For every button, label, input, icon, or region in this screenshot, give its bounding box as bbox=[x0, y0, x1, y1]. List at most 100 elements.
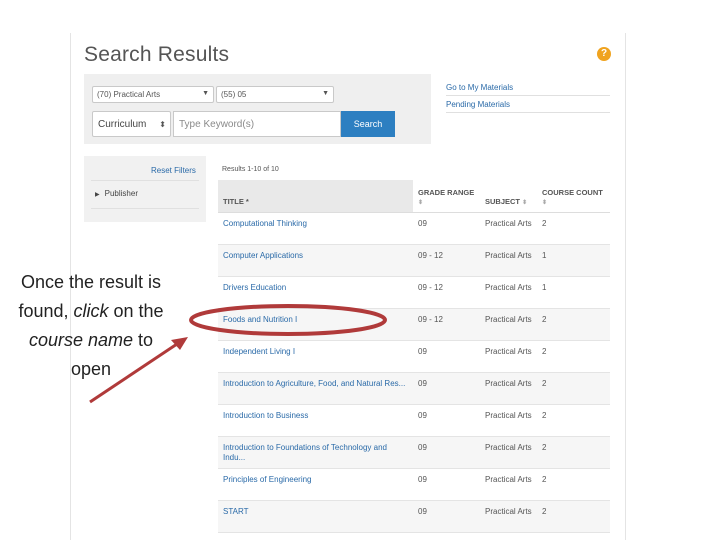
cell-subject: Practical Arts bbox=[480, 308, 537, 341]
column-header-grade-range[interactable]: GRADE RANGE ⬍ bbox=[413, 180, 480, 213]
results-count: Results 1-10 of 10 bbox=[222, 166, 279, 173]
cell-subject: Practical Arts bbox=[480, 276, 537, 309]
cell-subject: Practical Arts bbox=[480, 500, 537, 533]
cell-subject: Practical Arts bbox=[480, 212, 537, 245]
course-link[interactable]: Introduction to Agriculture, Food, and N… bbox=[223, 379, 405, 388]
column-header-course-count[interactable]: COURSE COUNT ⬍ bbox=[537, 180, 610, 213]
cell-grade: 09 bbox=[413, 436, 480, 469]
column-header-subject[interactable]: SUBJECT ⬍ bbox=[480, 180, 537, 213]
cell-grade: 09 bbox=[413, 404, 480, 437]
cell-subject: Practical Arts bbox=[480, 436, 537, 469]
cell-count: 2 bbox=[537, 500, 610, 533]
grade-select-value: (55) 05 bbox=[221, 90, 247, 99]
cell-title: Introduction to Agriculture, Food, and N… bbox=[218, 372, 413, 405]
column-header-label: COURSE COUNT bbox=[542, 187, 603, 197]
course-link[interactable]: Introduction to Business bbox=[223, 411, 308, 420]
cell-subject: Practical Arts bbox=[480, 372, 537, 405]
cell-grade: 09 bbox=[413, 500, 480, 533]
divider bbox=[446, 112, 610, 113]
cell-title: START bbox=[218, 500, 413, 533]
cell-count: 2 bbox=[537, 212, 610, 245]
course-link[interactable]: Independent Living I bbox=[223, 347, 295, 356]
cell-subject: Practical Arts bbox=[480, 340, 537, 373]
table-row: Independent Living I 09 Practical Arts 2 bbox=[218, 340, 610, 373]
cell-grade: 09 bbox=[413, 372, 480, 405]
cell-grade: 09 - 12 bbox=[413, 308, 480, 341]
callout-emphasis-course: course bbox=[28, 330, 83, 350]
course-link[interactable]: Foods and Nutrition I bbox=[223, 315, 297, 324]
cell-count: 2 bbox=[537, 404, 610, 437]
cell-grade: 09 - 12 bbox=[413, 244, 480, 277]
table-row: Introduction to Foundations of Technolog… bbox=[218, 436, 610, 469]
go-to-my-materials-link[interactable]: Go to My Materials bbox=[446, 83, 513, 92]
subject-select-value: (70) Practical Arts bbox=[97, 90, 161, 99]
callout-emphasis-name: name bbox=[88, 330, 134, 350]
table-row: Introduction to Business 09 Practical Arts… bbox=[218, 404, 610, 437]
column-header-label: SUBJECT bbox=[485, 196, 521, 206]
caret-down-icon: ▼ bbox=[202, 90, 209, 97]
cell-title: Drivers Education bbox=[218, 276, 413, 309]
sort-icon: ⬍ bbox=[159, 120, 166, 129]
course-link[interactable]: START bbox=[223, 507, 248, 516]
table-row: Introduction to Agriculture, Food, and N… bbox=[218, 372, 610, 405]
cell-subject: Practical Arts bbox=[480, 244, 537, 277]
caret-down-icon: ▼ bbox=[322, 90, 329, 97]
column-header-label: TITLE * bbox=[223, 196, 249, 206]
cell-count: 2 bbox=[537, 468, 610, 501]
pending-materials-link[interactable]: Pending Materials bbox=[446, 100, 510, 109]
cell-title: Introduction to Foundations of Technolog… bbox=[218, 436, 413, 469]
results-table: TITLE * GRADE RANGE ⬍ SUBJECT ⬍ COURSE C… bbox=[218, 180, 610, 533]
divider bbox=[446, 95, 610, 96]
sort-icon: ⬍ bbox=[522, 199, 528, 206]
cell-title: Introduction to Business bbox=[218, 404, 413, 437]
course-link[interactable]: Introduction to Foundations of Technolog… bbox=[223, 443, 387, 462]
triangle-right-icon: ▶ bbox=[95, 192, 100, 198]
divider bbox=[91, 208, 199, 209]
cell-count: 1 bbox=[537, 276, 610, 309]
table-row: Drivers Education 09 - 12 Practical Arts 1 bbox=[218, 276, 610, 309]
table-header-row: TITLE * GRADE RANGE ⬍ SUBJECT ⬍ COURSE C… bbox=[218, 180, 610, 213]
course-link[interactable]: Computational Thinking bbox=[223, 219, 307, 228]
cell-subject: Practical Arts bbox=[480, 468, 537, 501]
cell-count: 2 bbox=[537, 308, 610, 341]
cell-title: Foods and Nutrition I bbox=[218, 308, 413, 341]
sort-icon: ⬍ bbox=[542, 199, 548, 206]
course-link[interactable]: Computer Applications bbox=[223, 251, 303, 260]
callout-text: on the bbox=[108, 301, 164, 321]
course-link[interactable]: Principles of Engineering bbox=[223, 475, 312, 484]
cell-grade: 09 bbox=[413, 340, 480, 373]
cell-grade: 09 bbox=[413, 212, 480, 245]
table-row: Computer Applications 09 - 12 Practical Ar… bbox=[218, 244, 610, 277]
reset-filters-link[interactable]: Reset Filters bbox=[151, 166, 196, 175]
instruction-callout: Once the result is found, click on the c… bbox=[10, 268, 172, 384]
cell-title: Computer Applications bbox=[218, 244, 413, 277]
cell-count: 2 bbox=[537, 340, 610, 373]
cell-grade: 09 bbox=[413, 468, 480, 501]
publisher-filter-label: Publisher bbox=[104, 189, 138, 198]
course-link[interactable]: Drivers Education bbox=[223, 283, 286, 292]
subject-select[interactable]: (70) Practical Arts ▼ bbox=[92, 86, 214, 103]
publisher-filter[interactable]: ▶ Publisher bbox=[95, 189, 138, 198]
keyword-input[interactable] bbox=[173, 111, 341, 137]
column-header-label: GRADE RANGE bbox=[418, 187, 475, 197]
cell-title: Independent Living I bbox=[218, 340, 413, 373]
divider bbox=[91, 180, 199, 181]
cell-count: 2 bbox=[537, 372, 610, 405]
cell-count: 1 bbox=[537, 244, 610, 277]
table-row: Principles of Engineering 09 Practical Art… bbox=[218, 468, 610, 501]
cell-count: 2 bbox=[537, 436, 610, 469]
callout-emphasis-click: click bbox=[73, 301, 109, 321]
cell-title: Computational Thinking bbox=[218, 212, 413, 245]
cell-title: Principles of Engineering bbox=[218, 468, 413, 501]
cell-subject: Practical Arts bbox=[480, 404, 537, 437]
page-title: Search Results bbox=[84, 43, 230, 66]
column-header-title[interactable]: TITLE * bbox=[218, 180, 413, 213]
table-row: Computational Thinking 09 Practical Arts 2 bbox=[218, 212, 610, 245]
cell-grade: 09 - 12 bbox=[413, 276, 480, 309]
search-button[interactable]: Search bbox=[341, 111, 395, 137]
sort-icon: ⬍ bbox=[418, 199, 424, 206]
type-select-value: Curriculum bbox=[98, 119, 147, 130]
help-icon[interactable]: ? bbox=[597, 47, 611, 61]
grade-select[interactable]: (55) 05 ▼ bbox=[216, 86, 334, 103]
type-select[interactable]: Curriculum ⬍ bbox=[92, 111, 171, 137]
